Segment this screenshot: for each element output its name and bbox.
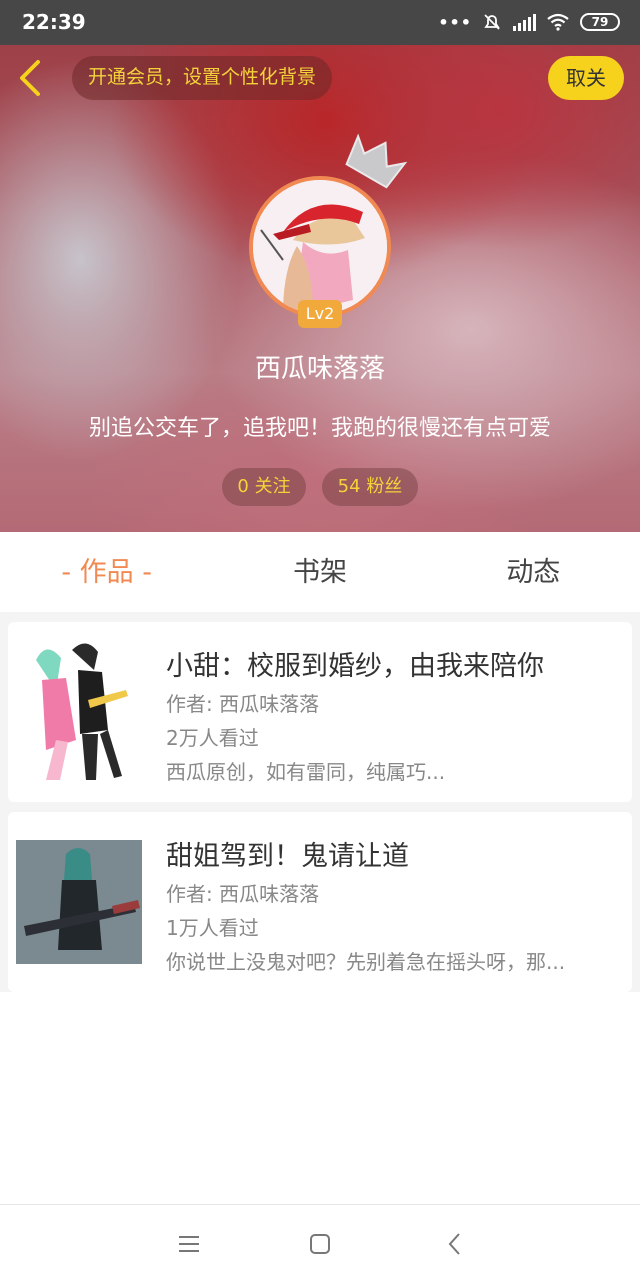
tab-works[interactable]: - 作品 - <box>0 532 213 612</box>
battery-indicator: 79 <box>580 13 620 31</box>
book-card[interactable]: 小甜：校服到婚纱，由我来陪你 作者: 西瓜味落落 2万人看过 西瓜原创，如有雷同… <box>8 622 632 802</box>
following-label: 关注 <box>254 476 291 497</box>
mute-bell-icon <box>484 14 500 30</box>
following-stat[interactable]: 0 关注 <box>222 468 306 506</box>
back-chevron-icon[interactable] <box>440 1229 470 1259</box>
book-views: 1万人看过 <box>166 916 259 940</box>
book-views: 2万人看过 <box>166 726 259 750</box>
book-cover <box>16 840 142 964</box>
wifi-icon <box>547 13 569 31</box>
status-bar: 22:39 ••• 79 <box>0 0 640 45</box>
vip-banner[interactable]: 开通会员，设置个性化背景 <box>72 56 333 100</box>
following-count: 0 <box>237 476 249 497</box>
status-icons: ••• 79 <box>438 11 620 33</box>
crown-icon <box>345 133 408 189</box>
book-cover <box>16 630 142 798</box>
level-badge: Lv2 <box>298 300 342 328</box>
user-bio: 别追公交车了，追我吧！我跑的很慢还有点可爱 <box>88 416 551 441</box>
menu-icon[interactable] <box>174 1229 204 1259</box>
status-time: 22:39 <box>22 10 86 34</box>
avatar[interactable] <box>249 176 391 318</box>
book-description: 你说世上没鬼对吧？先别着急在摇头呀，那... <box>166 950 566 974</box>
more-dots-icon: ••• <box>438 12 472 32</box>
fans-count: 54 <box>337 476 361 497</box>
signal-icon <box>513 14 536 31</box>
system-nav-bar <box>0 1204 640 1280</box>
fans-label: 粉丝 <box>366 476 403 497</box>
tab-bookshelf[interactable]: 书架 <box>213 532 426 612</box>
fans-stat[interactable]: 54 粉丝 <box>322 468 418 506</box>
tab-activity[interactable]: 动态 <box>427 532 640 612</box>
book-title: 甜姐驾到！鬼请让道 <box>166 841 409 872</box>
username: 西瓜味落落 <box>254 354 385 384</box>
avatar-image <box>253 180 387 314</box>
book-title: 小甜：校服到婚纱，由我来陪你 <box>166 651 544 682</box>
book-card[interactable]: 甜姐驾到！鬼请让道 作者: 西瓜味落落 1万人看过 你说世上没鬼对吧？先别着急在… <box>8 812 632 992</box>
home-square-icon[interactable] <box>305 1229 335 1259</box>
book-author: 作者: 西瓜味落落 <box>166 692 320 716</box>
book-author: 作者: 西瓜味落落 <box>166 882 320 906</box>
back-arrow-icon[interactable] <box>10 56 54 100</box>
unfollow-button[interactable]: 取关 <box>548 56 624 100</box>
book-description: 西瓜原创，如有雷同，纯属巧... <box>166 760 446 784</box>
profile-tabs: - 作品 - 书架 动态 <box>0 532 640 612</box>
